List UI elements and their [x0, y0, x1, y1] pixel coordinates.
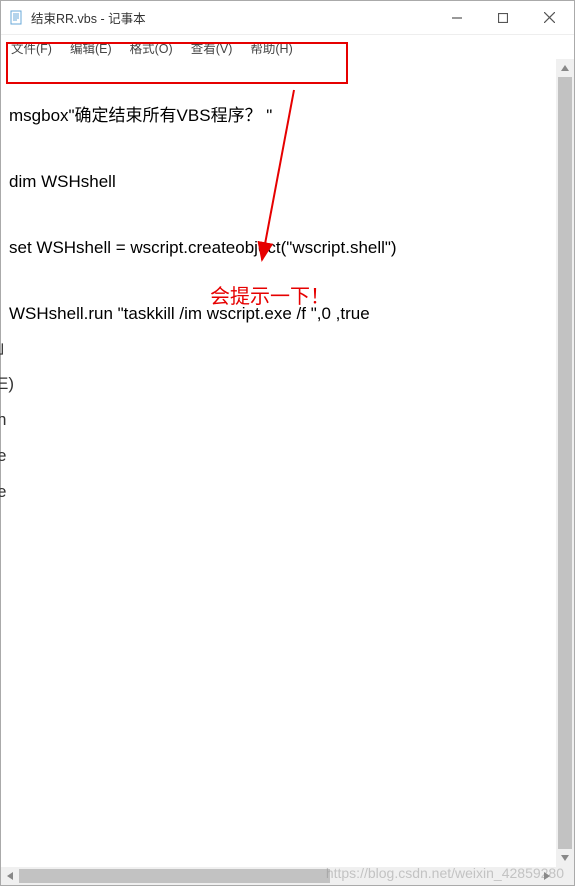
menubar: 文件(F) 编辑(E) 格式(O) 查看(V) 帮助(H) — [1, 35, 574, 59]
menu-help[interactable]: 帮助(H) — [246, 36, 296, 59]
code-line: dim WSHshell — [9, 171, 548, 193]
app-icon — [9, 10, 25, 26]
minimize-button[interactable] — [434, 3, 480, 33]
menu-view[interactable]: 查看(V) — [187, 36, 237, 59]
watermark-text: https://blog.csdn.net/weixin_42859280 — [326, 865, 564, 881]
menu-file[interactable]: 文件(F) — [7, 36, 56, 59]
menu-edit[interactable]: 编辑(E) — [66, 36, 116, 59]
text-editor[interactable]: msgbox"确定结束所有VBS程序？ " dim WSHshell set W… — [1, 59, 556, 867]
notepad-window: 结束RR.vbs - 记事本 文件(F) 编辑(E) 格式(O) 查看(V) 帮… — [0, 0, 575, 886]
menu-format[interactable]: 格式(O) — [126, 36, 177, 59]
window-controls — [434, 3, 572, 33]
code-line: msgbox"确定结束所有VBS程序？ " — [9, 105, 548, 127]
scroll-track[interactable] — [556, 77, 574, 849]
scroll-thumb[interactable] — [19, 869, 330, 883]
scroll-thumb[interactable] — [558, 77, 572, 849]
editor-area: msgbox"确定结束所有VBS程序？ " dim WSHshell set W… — [1, 59, 574, 885]
scroll-up-button[interactable] — [556, 59, 574, 77]
titlebar[interactable]: 结束RR.vbs - 记事本 — [1, 1, 574, 35]
scroll-left-button[interactable] — [1, 867, 19, 885]
window-title: 结束RR.vbs - 记事本 — [31, 8, 434, 27]
maximize-button[interactable] — [480, 3, 526, 33]
code-line: set WSHshell = wscript.createobject("wsc… — [9, 237, 548, 259]
code-line: WSHshell.run "taskkill /im wscript.exe /… — [9, 303, 548, 325]
vertical-scrollbar[interactable] — [556, 59, 574, 867]
close-button[interactable] — [526, 3, 572, 33]
